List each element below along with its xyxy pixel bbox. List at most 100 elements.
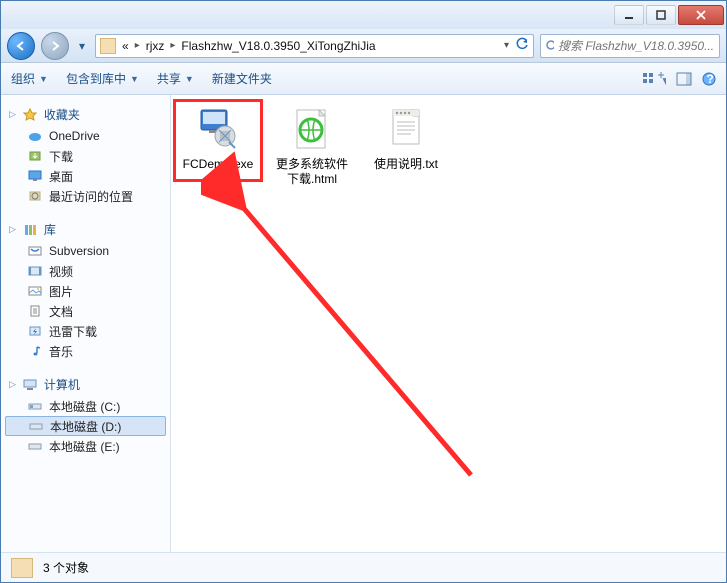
- subversion-icon: [27, 244, 43, 258]
- libraries-header[interactable]: ▷ 库: [5, 218, 166, 241]
- sidebar-item-pictures[interactable]: 图片: [5, 281, 166, 301]
- exe-icon: [194, 105, 242, 153]
- computer-icon: [22, 378, 38, 392]
- breadcrumb-overflow[interactable]: «: [122, 39, 129, 53]
- download-icon: [27, 149, 43, 163]
- folder-icon: [11, 558, 33, 578]
- back-button[interactable]: [7, 32, 35, 60]
- sidebar-item-recent[interactable]: 最近访问的位置: [5, 186, 166, 206]
- tree-label: 收藏夹: [44, 106, 80, 123]
- annotation-arrow: [201, 135, 501, 495]
- thunder-icon: [27, 324, 43, 338]
- tree-label: 桌面: [49, 168, 73, 185]
- tree-label: 本地磁盘 (C:): [49, 398, 120, 415]
- sidebar-item-subversion[interactable]: Subversion: [5, 241, 166, 261]
- chevron-right-icon[interactable]: ▸: [135, 40, 140, 51]
- file-name: 使用说明.txt: [367, 157, 445, 172]
- video-icon: [27, 264, 43, 278]
- svg-text:▼: ▼: [660, 74, 666, 86]
- tree-label: 下载: [49, 148, 73, 165]
- sidebar-item-videos[interactable]: 视频: [5, 261, 166, 281]
- folder-icon: [100, 38, 116, 54]
- document-icon: [27, 304, 43, 318]
- refresh-button[interactable]: [515, 37, 529, 54]
- search-icon: [545, 39, 554, 53]
- file-name: 更多系统软件下载.html: [273, 157, 351, 187]
- maximize-button[interactable]: [646, 5, 676, 25]
- svg-text:?: ?: [707, 72, 714, 86]
- sidebar-item-drive-d[interactable]: 本地磁盘 (D:): [5, 416, 166, 436]
- newfolder-button[interactable]: 新建文件夹: [212, 70, 272, 87]
- tree-label: 图片: [49, 283, 73, 300]
- html-icon: [288, 105, 336, 153]
- forward-button[interactable]: [41, 32, 69, 60]
- favorites-header[interactable]: ▷ 收藏夹: [5, 103, 166, 126]
- sidebar-item-drive-c[interactable]: 本地磁盘 (C:): [5, 396, 166, 416]
- recent-icon: [27, 189, 43, 203]
- file-name: FCDemo.exe: [179, 157, 257, 172]
- star-icon: [22, 108, 38, 122]
- organize-menu[interactable]: 组织▼: [11, 70, 48, 87]
- status-text: 3 个对象: [43, 559, 89, 576]
- drive-icon: [27, 399, 43, 413]
- file-list[interactable]: FCDemo.exe 更多系统软件下载.html 使用说明.txt: [171, 95, 726, 552]
- favorites-group: ▷ 收藏夹 OneDrive 下载 桌面 最近访问的位置: [5, 103, 166, 206]
- search-input[interactable]: [558, 39, 715, 53]
- preview-pane-button[interactable]: [676, 72, 692, 86]
- txt-icon: [382, 105, 430, 153]
- tree-label: 最近访问的位置: [49, 188, 133, 205]
- libraries-group: ▷ 库 Subversion 视频 图片 文档 迅雷下载 音乐: [5, 218, 166, 361]
- collapse-icon: ▷: [9, 379, 16, 390]
- chevron-right-icon[interactable]: ▸: [170, 40, 175, 51]
- picture-icon: [27, 284, 43, 298]
- computer-header[interactable]: ▷ 计算机: [5, 373, 166, 396]
- sidebar-item-documents[interactable]: 文档: [5, 301, 166, 321]
- sidebar-item-drive-e[interactable]: 本地磁盘 (E:): [5, 436, 166, 456]
- history-dropdown[interactable]: ▾: [75, 32, 89, 60]
- sidebar-item-desktop[interactable]: 桌面: [5, 166, 166, 186]
- minimize-button[interactable]: [614, 5, 644, 25]
- address-field[interactable]: « ▸ rjxz ▸ Flashzhw_V18.0.3950_XiTongZhi…: [95, 34, 534, 58]
- tree-label: 本地磁盘 (E:): [49, 438, 120, 455]
- music-icon: [27, 344, 43, 358]
- view-options-button[interactable]: ▼: [642, 72, 666, 86]
- collapse-icon: ▷: [9, 224, 16, 235]
- tree-label: 迅雷下载: [49, 323, 97, 340]
- command-bar: 组织▼ 包含到库中▼ 共享▼ 新建文件夹 ▼ ?: [1, 63, 726, 95]
- address-bar: ▾ « ▸ rjxz ▸ Flashzhw_V18.0.3950_XiTongZ…: [1, 29, 726, 63]
- tree-label: OneDrive: [49, 129, 100, 143]
- close-button[interactable]: [678, 5, 724, 25]
- explorer-window: ▾ « ▸ rjxz ▸ Flashzhw_V18.0.3950_XiTongZ…: [0, 0, 727, 583]
- onedrive-icon: [27, 129, 43, 143]
- tree-label: 音乐: [49, 343, 73, 360]
- include-menu[interactable]: 包含到库中▼: [66, 70, 139, 87]
- sidebar-item-onedrive[interactable]: OneDrive: [5, 126, 166, 146]
- tree-label: Subversion: [49, 244, 109, 258]
- sidebar-item-music[interactable]: 音乐: [5, 341, 166, 361]
- tree-label: 库: [44, 221, 56, 238]
- file-item[interactable]: 更多系统软件下载.html: [273, 105, 351, 187]
- drive-icon: [28, 419, 44, 433]
- sidebar-item-thunder[interactable]: 迅雷下载: [5, 321, 166, 341]
- sidebar-item-downloads[interactable]: 下载: [5, 146, 166, 166]
- navigation-pane: ▷ 收藏夹 OneDrive 下载 桌面 最近访问的位置 ▷ 库 Subvers…: [1, 95, 171, 552]
- tree-label: 文档: [49, 303, 73, 320]
- help-button[interactable]: ?: [702, 72, 716, 86]
- breadcrumb-segment[interactable]: rjxz: [146, 39, 165, 53]
- drive-icon: [27, 439, 43, 453]
- search-field[interactable]: [540, 34, 720, 58]
- dropdown-icon[interactable]: ▾: [504, 40, 509, 51]
- share-menu[interactable]: 共享▼: [157, 70, 194, 87]
- tree-label: 视频: [49, 263, 73, 280]
- body: ▷ 收藏夹 OneDrive 下载 桌面 最近访问的位置 ▷ 库 Subvers…: [1, 95, 726, 552]
- status-bar: 3 个对象: [1, 552, 726, 582]
- file-item[interactable]: 使用说明.txt: [367, 105, 445, 172]
- breadcrumb-segment[interactable]: Flashzhw_V18.0.3950_XiTongZhiJia: [181, 39, 375, 53]
- desktop-icon: [27, 169, 43, 183]
- file-item[interactable]: FCDemo.exe: [179, 105, 257, 176]
- computer-group: ▷ 计算机 本地磁盘 (C:) 本地磁盘 (D:) 本地磁盘 (E:): [5, 373, 166, 456]
- libraries-icon: [22, 223, 38, 237]
- titlebar: [1, 1, 726, 29]
- collapse-icon: ▷: [9, 109, 16, 120]
- tree-label: 计算机: [44, 376, 80, 393]
